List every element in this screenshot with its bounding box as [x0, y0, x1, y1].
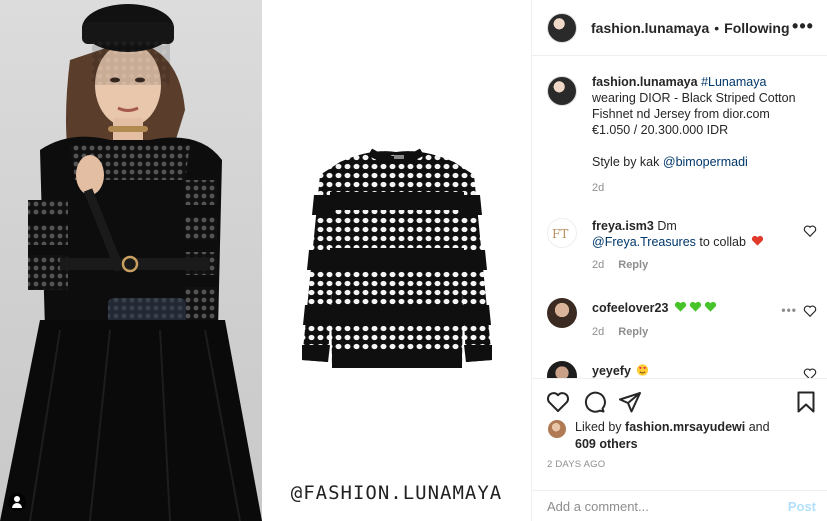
comment-username[interactable]: cofeelover23 [592, 301, 668, 315]
model-illustration [0, 4, 262, 521]
caption-line: wearing DIOR - Black Striped Cotton Fish… [592, 91, 796, 121]
comment-meta: 2d Reply [592, 326, 817, 338]
like-comment-icon[interactable] [803, 304, 817, 318]
others-count[interactable]: 609 others [575, 437, 638, 451]
caption-price: €1.050 / 20.300.000 IDR [592, 123, 729, 137]
like-comment-icon[interactable] [803, 224, 817, 238]
likes-text: Liked by fashion.mrsayudewi and 609 othe… [575, 419, 817, 453]
green-heart-icon [674, 301, 687, 312]
comment-icon[interactable] [582, 390, 606, 414]
green-heart-icon [704, 301, 717, 312]
ft-logo-icon: FT [552, 227, 568, 240]
bookmark-icon[interactable] [794, 390, 818, 414]
caption-avatar[interactable] [547, 76, 577, 106]
comment-text: yeyefy [592, 361, 817, 378]
like-comment-icon[interactable] [803, 367, 817, 378]
reply-button[interactable]: Reply [618, 259, 648, 271]
comment-item: cofeelover23 2d Reply ••• [547, 298, 817, 338]
author-avatar[interactable] [547, 12, 577, 43]
comment-timestamp[interactable]: 2d [592, 326, 604, 338]
reply-button[interactable]: Reply [618, 326, 648, 338]
like-icon[interactable] [546, 390, 570, 414]
comment-username[interactable]: freya.ism3 [592, 219, 654, 233]
separator-dot: • [714, 19, 720, 36]
hashtag-link[interactable]: #Lunamaya [701, 75, 766, 89]
mention-link[interactable]: @bimopermadi [663, 155, 748, 169]
comment-item: FT freya.ism3 Dm @Freya.Treasures to col… [547, 218, 817, 271]
comment-meta: 2d Reply [592, 259, 817, 271]
heart-eyes-icon [637, 364, 649, 376]
share-icon[interactable] [618, 390, 642, 414]
comment-mention[interactable]: @Freya.Treasures [592, 235, 696, 249]
post-button[interactable]: Post [788, 499, 816, 514]
likes-prefix: Liked by [575, 420, 622, 434]
green-heart-icon [689, 301, 702, 312]
more-options-icon[interactable]: ••• [791, 14, 815, 38]
comment-avatar[interactable] [547, 298, 577, 328]
model-photo [0, 0, 262, 521]
liker-username[interactable]: fashion.mrsayudewi [625, 420, 745, 434]
caption-username[interactable]: fashion.lunamaya [592, 75, 698, 89]
post-details-panel: fashion.lunamaya • Following ••• fashion… [531, 0, 827, 521]
following-button[interactable]: Following [724, 20, 789, 36]
add-comment-bar: Post [532, 490, 827, 521]
sweater-illustration [302, 148, 492, 368]
post-header: fashion.lunamaya • Following ••• [532, 0, 827, 56]
comment-item: yeyefy [547, 361, 817, 378]
liker-avatar[interactable] [547, 419, 567, 439]
user-tag-icon[interactable] [8, 493, 26, 511]
comments-section[interactable]: fashion.lunamaya #Lunamaya wearing DIOR … [532, 57, 827, 378]
likes-and: and [748, 420, 770, 434]
post-caption: fashion.lunamaya #Lunamaya wearing DIOR … [547, 74, 817, 194]
comment-avatar[interactable]: FT [547, 218, 577, 248]
comment-timestamp[interactable]: 2d [592, 259, 604, 271]
likes-summary: Liked by fashion.mrsayudewi and 609 othe… [547, 419, 817, 453]
post-actions: Liked by fashion.mrsayudewi and 609 othe… [532, 378, 827, 490]
comment-text-part: to collab [699, 235, 746, 249]
svg-text:FT: FT [552, 227, 568, 240]
watermark-text: @FASHION.LUNAMAYA [290, 482, 503, 504]
comment-more-icon[interactable]: ••• [781, 303, 797, 317]
comment-text: freya.ism3 Dm @Freya.Treasures to collab [592, 218, 817, 250]
comment-text-part: Dm [657, 219, 677, 233]
post-media[interactable]: @FASHION.LUNAMAYA [0, 0, 531, 521]
heart-icon [752, 235, 764, 246]
caption-timestamp[interactable]: 2d [592, 182, 817, 194]
caption-style-prefix: Style by kak [592, 155, 660, 169]
comment-input[interactable] [547, 498, 788, 514]
comment-avatar[interactable] [547, 361, 577, 378]
author-username[interactable]: fashion.lunamaya [591, 20, 709, 36]
comment-username[interactable]: yeyefy [592, 364, 631, 378]
product-photo: @FASHION.LUNAMAYA [262, 0, 531, 521]
post-timestamp[interactable]: 2 DAYS AGO [547, 459, 605, 470]
caption-text: fashion.lunamaya #Lunamaya wearing DIOR … [592, 74, 817, 170]
